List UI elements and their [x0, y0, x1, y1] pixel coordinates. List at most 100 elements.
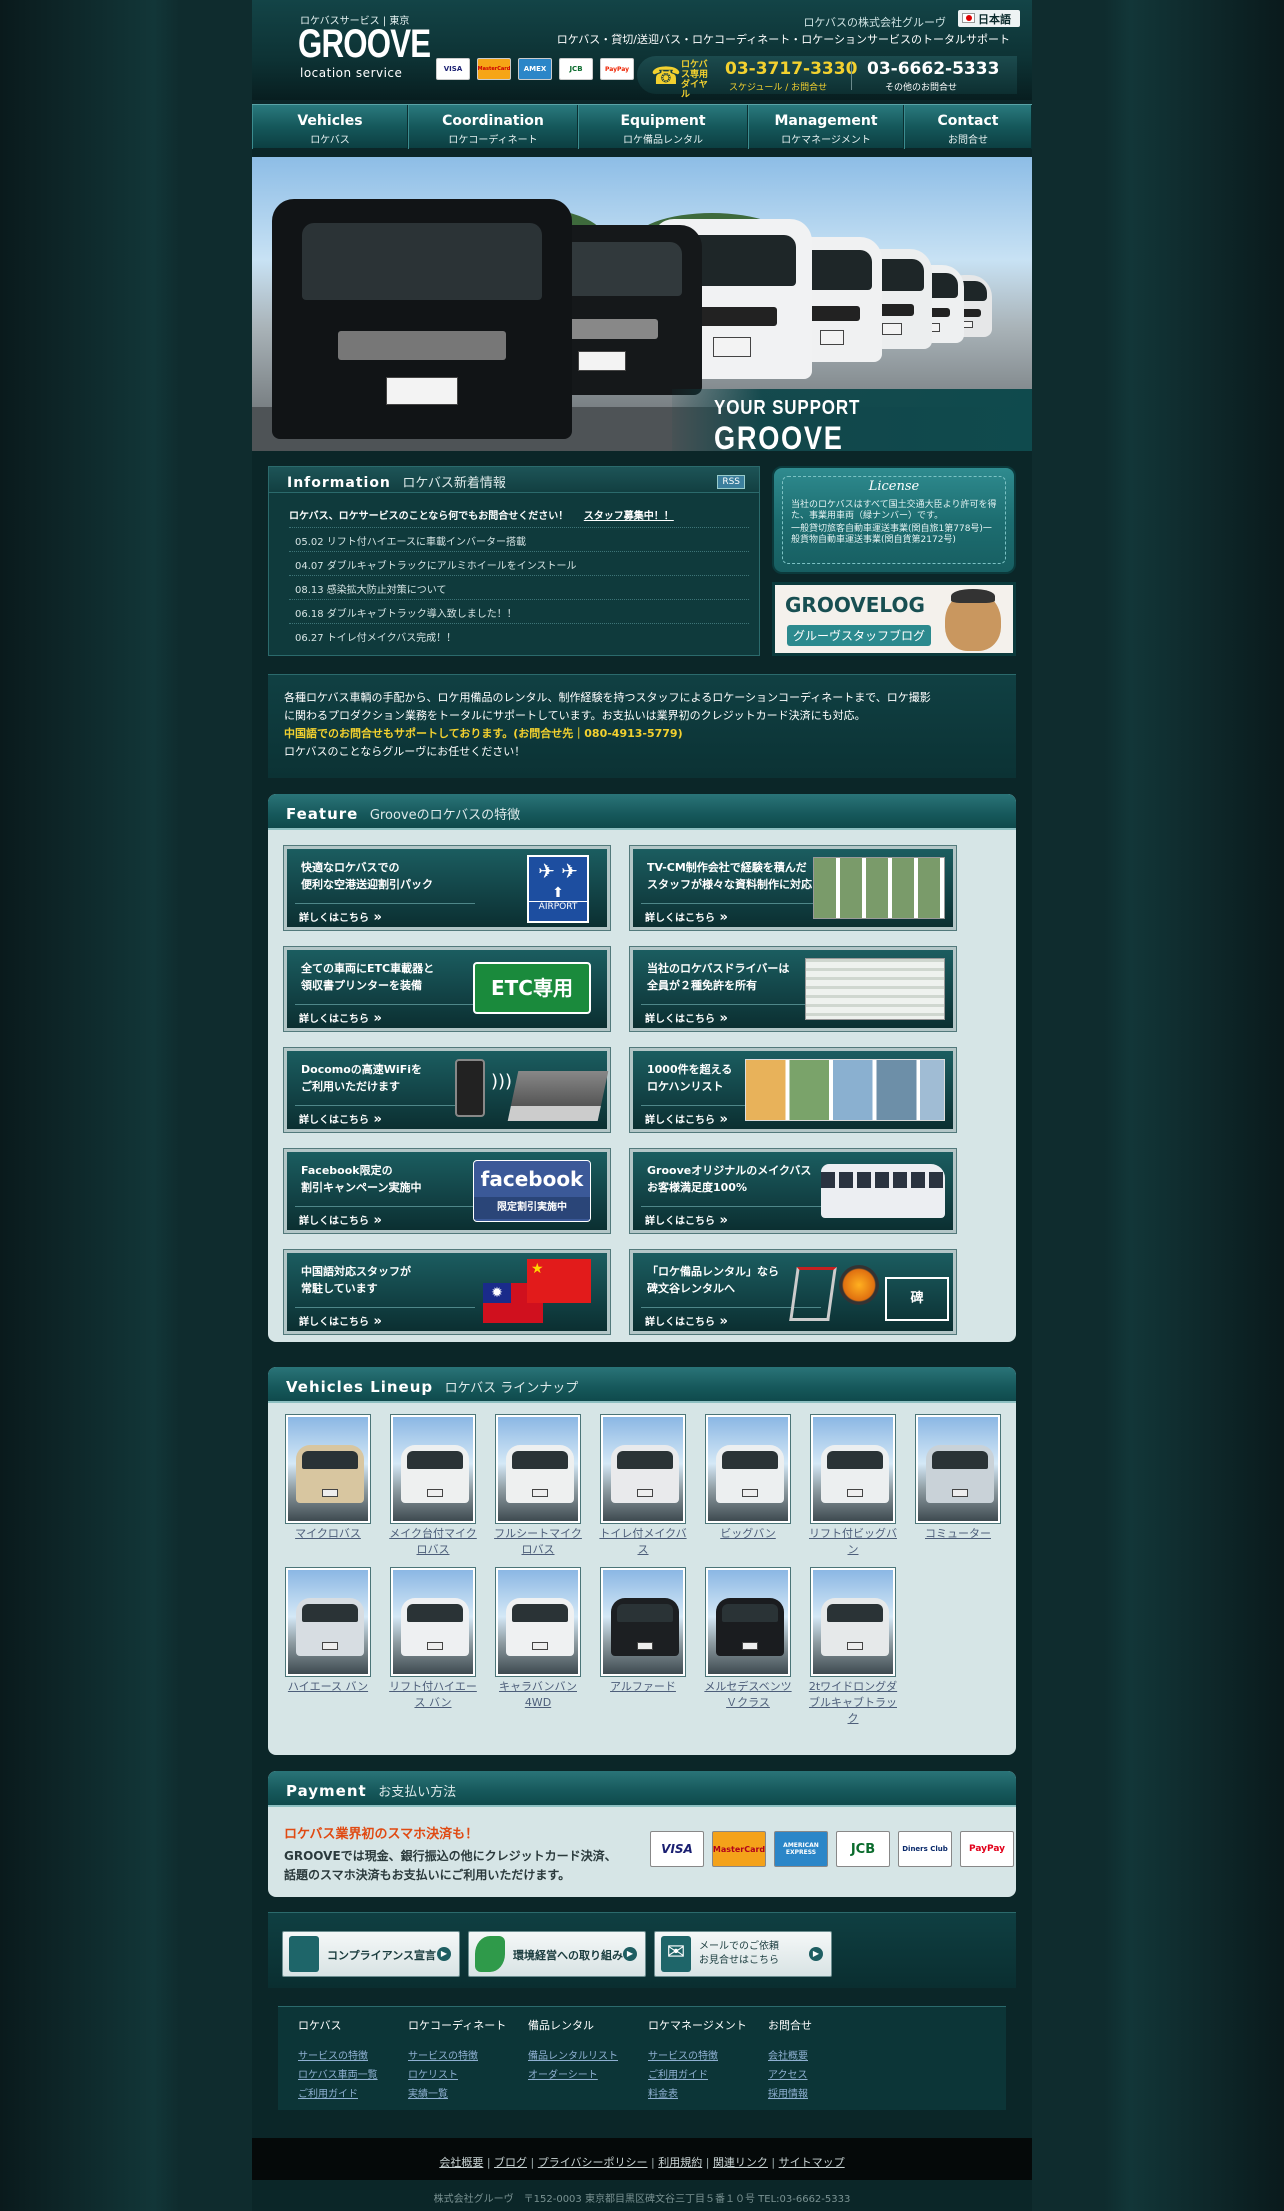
- feature-makeup-bus[interactable]: Grooveオリジナルのメイクバス お客様満足度100% 詳しくはこちら: [629, 1148, 957, 1234]
- footer-link[interactable]: ロケリスト: [408, 2066, 506, 2085]
- feature-more-link[interactable]: 詳しくはこちら: [299, 1111, 382, 1127]
- vehicle-photo[interactable]: [495, 1414, 581, 1524]
- vehicle-photo[interactable]: [810, 1567, 896, 1677]
- vehicle-name-link[interactable]: フルシートマイクロバス: [493, 1526, 583, 1558]
- feature-equipment-rental[interactable]: 「ロケ備品レンタル」なら碑文谷レンタルへ 詳しくはこちら 碑: [629, 1249, 957, 1335]
- vehicle-name-link[interactable]: コミューター: [913, 1526, 1003, 1542]
- feature-documents[interactable]: TV-CM制作会社で経験を積んだ スタッフが様々な資料制作に対応 詳しくはこちら: [629, 845, 957, 931]
- feature-more-link[interactable]: 詳しくはこちら: [645, 1010, 728, 1026]
- feature-airport[interactable]: 快適なロケバスでの便利な空港送迎割引パック 詳しくはこちら ✈ ✈⬆AIRPOR…: [283, 845, 611, 931]
- vehicle-name-link[interactable]: ハイエース バン: [283, 1679, 373, 1695]
- feature-more-link[interactable]: 詳しくはこちら: [645, 1212, 728, 1228]
- mail-inquiry-button[interactable]: ✉ メールでのご依頼 お見合せはこちら ▶: [654, 1931, 832, 1977]
- feature-more-link[interactable]: 詳しくはこちら: [299, 1313, 382, 1329]
- nav-contact[interactable]: Contact お問合せ: [904, 105, 1032, 149]
- footer-link[interactable]: 会社概要: [768, 2047, 812, 2066]
- vehicle-photo[interactable]: [915, 1414, 1001, 1524]
- news-item[interactable]: 05.02 リフト付ハイエースに車載インバーター搭載: [289, 527, 749, 551]
- news-item[interactable]: 08.13 感染拡大防止対策について: [289, 575, 749, 599]
- nav-management[interactable]: Management ロケマネージメント: [748, 105, 904, 149]
- tel-main[interactable]: 03-3717-3330: [725, 59, 857, 79]
- feature-more-link[interactable]: 詳しくはこちら: [299, 909, 382, 925]
- vehicle-name-link[interactable]: メイク台付マイクロバス: [388, 1526, 478, 1558]
- footer-bar-link[interactable]: 会社概要: [439, 2156, 483, 2169]
- vehicle-photo[interactable]: [705, 1567, 791, 1677]
- footer-bar-link[interactable]: 利用規約: [658, 2156, 702, 2169]
- feature-wifi[interactable]: Docomoの高速WiFiをご利用いただけます 詳しくはこちら ))): [283, 1047, 611, 1133]
- nav-coordination[interactable]: Coordination ロケコーディネート: [408, 105, 578, 149]
- vehicle-name-link[interactable]: アルファード: [598, 1679, 688, 1695]
- vehicle-item[interactable]: コミューター: [913, 1414, 1006, 1558]
- footer-link[interactable]: サービスの特徴: [298, 2047, 378, 2066]
- vehicle-photo[interactable]: [285, 1567, 371, 1677]
- footer-bar-link[interactable]: ブログ: [494, 2156, 527, 2169]
- vehicle-photo[interactable]: [285, 1414, 371, 1524]
- footer-bar-link[interactable]: 関連リンク: [713, 2156, 768, 2169]
- vehicle-photo[interactable]: [390, 1567, 476, 1677]
- footer-bar-link[interactable]: プライバシーポリシー: [538, 2156, 648, 2169]
- vehicle-item[interactable]: キャラバンバン4WD: [493, 1567, 586, 1727]
- vehicle-item[interactable]: ハイエース バン: [283, 1567, 376, 1727]
- vehicle-photo[interactable]: [705, 1414, 791, 1524]
- nav-equipment[interactable]: Equipment ロケ備品レンタル: [578, 105, 748, 149]
- feature-location-list[interactable]: 1000件を超える ロケハンリスト 詳しくはこちら: [629, 1047, 957, 1133]
- vehicle-item[interactable]: フルシートマイクロバス: [493, 1414, 586, 1558]
- vehicle-item[interactable]: マイクロバス: [283, 1414, 376, 1558]
- vehicle-photo[interactable]: [390, 1414, 476, 1524]
- footer-link[interactable]: ご利用ガイド: [298, 2085, 378, 2104]
- vehicle-item[interactable]: トイレ付メイクバス: [598, 1414, 691, 1558]
- vehicle-name-link[interactable]: リフト付ビッグバン: [808, 1526, 898, 1558]
- tel-other[interactable]: 03-6662-5333: [867, 59, 999, 79]
- footer-link[interactable]: サービスの特徴: [648, 2047, 747, 2066]
- vehicle-name-link[interactable]: ビッグバン: [703, 1526, 793, 1542]
- vehicle-item[interactable]: リフト付ビッグバン: [808, 1414, 901, 1558]
- nav-vehicles[interactable]: Vehicles ロケバス: [252, 105, 408, 149]
- vehicle-name-link[interactable]: リフト付ハイエース バン: [388, 1679, 478, 1711]
- feature-more-link[interactable]: 詳しくはこちら: [645, 909, 728, 925]
- footer-link[interactable]: 備品レンタルリスト: [528, 2047, 618, 2066]
- feature-more-link[interactable]: 詳しくはこちら: [299, 1010, 382, 1026]
- feature-chinese-staff[interactable]: 中国語対応スタッフが常駐しています 詳しくはこちら ✹ ★: [283, 1249, 611, 1335]
- footer-link[interactable]: サービスの特徴: [408, 2047, 506, 2066]
- vehicle-photo[interactable]: [600, 1567, 686, 1677]
- news-item[interactable]: 06.27 トイレ付メイクバス完成！！: [289, 623, 749, 647]
- environment-button[interactable]: 環境経営への取り組み ▶: [468, 1931, 646, 1977]
- news-item[interactable]: 06.18 ダブルキャブトラック導入致しました！！: [289, 599, 749, 623]
- feature-more-link[interactable]: 詳しくはこちら: [299, 1212, 382, 1228]
- vehicle-photo[interactable]: [600, 1414, 686, 1524]
- footer-link[interactable]: オーダーシート: [528, 2066, 618, 2085]
- footer-bar-link[interactable]: サイトマップ: [779, 2156, 845, 2169]
- vehicle-name-link[interactable]: メルセデスベンツＶクラス: [703, 1679, 793, 1711]
- groovelog-banner[interactable]: GROOVELOG グルーヴスタッフブログ: [772, 582, 1016, 656]
- news-item[interactable]: 04.07 ダブルキャブトラックにアルミホイールをインストール: [289, 551, 749, 575]
- footer-link[interactable]: ロケバス車両一覧: [298, 2066, 378, 2085]
- vehicle-name-link[interactable]: トイレ付メイクバス: [598, 1526, 688, 1558]
- rss-button[interactable]: RSS: [717, 475, 745, 489]
- vehicle-name-link[interactable]: キャラバンバン4WD: [493, 1679, 583, 1711]
- feature-more-link[interactable]: 詳しくはこちら: [645, 1111, 728, 1127]
- language-switch[interactable]: 日本語: [958, 10, 1020, 27]
- vehicle-name-link[interactable]: 2tワイドロングダブルキャブトラック: [808, 1679, 898, 1727]
- feature-license[interactable]: 当社のロケバスドライバーは 全員が２種免許を所有 詳しくはこちら: [629, 946, 957, 1032]
- vehicle-photo[interactable]: [495, 1567, 581, 1677]
- vehicle-item[interactable]: アルファード: [598, 1567, 691, 1727]
- vehicle-photo[interactable]: [810, 1414, 896, 1524]
- vehicle-item[interactable]: 2tワイドロングダブルキャブトラック: [808, 1567, 901, 1727]
- vehicle-item[interactable]: ビッグバン: [703, 1414, 796, 1558]
- feature-etc[interactable]: 全ての車両にETC車載器と領収書プリンターを装備 詳しくはこちら ETC専用: [283, 946, 611, 1032]
- footer-link[interactable]: 実績一覧: [408, 2085, 506, 2104]
- footer-link[interactable]: 料金表: [648, 2085, 747, 2104]
- feature-more-link[interactable]: 詳しくはこちら: [645, 1313, 728, 1329]
- footer-column-title: 備品レンタル: [528, 2019, 594, 2032]
- footer-link[interactable]: 採用情報: [768, 2085, 812, 2104]
- compliance-button[interactable]: コンプライアンス宣言 ▶: [282, 1931, 460, 1977]
- feature-facebook[interactable]: Facebook限定の割引キャンペーン実施中 詳しくはこちら facebook …: [283, 1148, 611, 1234]
- site-logo[interactable]: GROOVE: [298, 24, 431, 64]
- vehicle-item[interactable]: メイク台付マイクロバス: [388, 1414, 481, 1558]
- recruit-link[interactable]: スタッフ募集中！！: [584, 511, 674, 522]
- vehicle-item[interactable]: メルセデスベンツＶクラス: [703, 1567, 796, 1727]
- footer-link[interactable]: アクセス: [768, 2066, 812, 2085]
- vehicle-name-link[interactable]: マイクロバス: [283, 1526, 373, 1542]
- vehicle-item[interactable]: リフト付ハイエース バン: [388, 1567, 481, 1727]
- footer-link[interactable]: ご利用ガイド: [648, 2066, 747, 2085]
